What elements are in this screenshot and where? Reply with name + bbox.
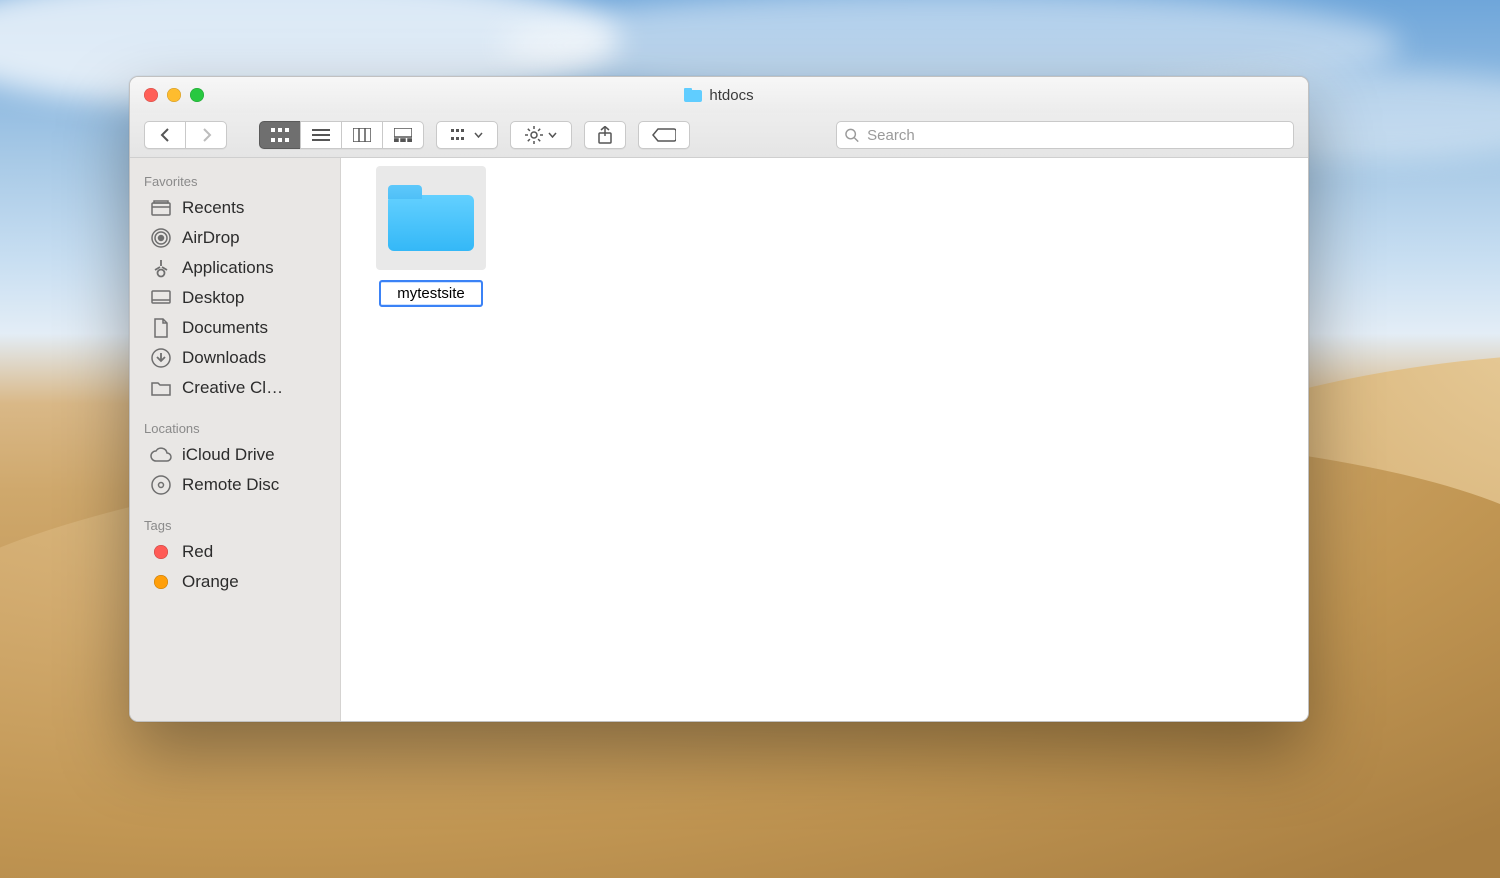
sidebar-section-title: Locations — [130, 415, 340, 440]
chevron-down-icon — [548, 132, 557, 138]
sidebar-item-label: Orange — [182, 572, 239, 592]
downloads-icon — [150, 348, 172, 368]
sidebar-item-label: AirDrop — [182, 228, 240, 248]
forward-button[interactable] — [185, 121, 227, 149]
gear-icon — [525, 126, 543, 144]
folder-icon — [150, 380, 172, 396]
sidebar-item-label: Remote Disc — [182, 475, 279, 495]
folder-name-input[interactable] — [381, 283, 481, 304]
search-input[interactable] — [865, 126, 1285, 145]
folder-icon — [684, 88, 702, 102]
sidebar-item-label: Creative Cl… — [182, 378, 283, 398]
airdrop-icon — [150, 228, 172, 248]
sidebar-item-desktop[interactable]: Desktop — [130, 283, 340, 313]
search-field[interactable] — [836, 121, 1294, 149]
close-button[interactable] — [144, 88, 158, 102]
applications-icon — [150, 258, 172, 278]
icon-view-button[interactable] — [259, 121, 300, 149]
cloud-icon — [150, 447, 172, 463]
disc-icon — [150, 475, 172, 495]
sidebar-item-icloud[interactable]: iCloud Drive — [130, 440, 340, 470]
finder-window: htdocs — [129, 76, 1309, 722]
tag-dot-icon — [150, 575, 172, 589]
gallery-view-button[interactable] — [382, 121, 424, 149]
sidebar-tag-red[interactable]: Red — [130, 537, 340, 567]
sidebar-item-label: Red — [182, 542, 213, 562]
minimize-button[interactable] — [167, 88, 181, 102]
share-button[interactable] — [584, 121, 626, 149]
search-icon — [845, 128, 859, 143]
list-view-button[interactable] — [300, 121, 341, 149]
sidebar-item-label: Documents — [182, 318, 268, 338]
sidebar-item-documents[interactable]: Documents — [130, 313, 340, 343]
recents-icon — [150, 200, 172, 216]
tag-dot-icon — [150, 545, 172, 559]
desktop-icon — [150, 290, 172, 306]
group-by-button[interactable] — [436, 121, 498, 149]
content-area[interactable] — [341, 158, 1308, 721]
sidebar-item-downloads[interactable]: Downloads — [130, 343, 340, 373]
folder-thumbnail[interactable] — [376, 166, 486, 270]
fullscreen-button[interactable] — [190, 88, 204, 102]
folder-name-editor[interactable] — [379, 280, 483, 307]
sidebar-item-label: Desktop — [182, 288, 244, 308]
sidebar-item-label: iCloud Drive — [182, 445, 275, 465]
edit-tags-button[interactable] — [638, 121, 690, 149]
action-menu-button[interactable] — [510, 121, 572, 149]
back-button[interactable] — [144, 121, 185, 149]
view-mode-segment — [259, 121, 424, 149]
desktop-background: htdocs — [0, 0, 1500, 878]
toolbar — [130, 113, 1308, 158]
sidebar-item-creative-cloud[interactable]: Creative Cl… — [130, 373, 340, 403]
sidebar-item-label: Applications — [182, 258, 274, 278]
sidebar-item-recents[interactable]: Recents — [130, 193, 340, 223]
sidebar-item-airdrop[interactable]: AirDrop — [130, 223, 340, 253]
sidebar-item-label: Recents — [182, 198, 244, 218]
folder-icon — [388, 185, 474, 251]
window-title: htdocs — [684, 87, 753, 104]
titlebar[interactable]: htdocs — [130, 77, 1308, 113]
chevron-down-icon — [474, 132, 483, 138]
sidebar-item-label: Downloads — [182, 348, 266, 368]
sidebar-section-title: Tags — [130, 512, 340, 537]
sidebar-item-remote-disc[interactable]: Remote Disc — [130, 470, 340, 500]
sidebar: Favorites Recents AirDrop Applications D… — [130, 158, 341, 721]
folder-item[interactable] — [376, 166, 486, 307]
window-controls — [144, 88, 204, 102]
column-view-button[interactable] — [341, 121, 382, 149]
documents-icon — [150, 318, 172, 338]
share-icon — [598, 126, 612, 144]
tag-icon — [652, 128, 676, 142]
sidebar-tag-orange[interactable]: Orange — [130, 567, 340, 597]
nav-back-forward — [144, 121, 227, 149]
sidebar-item-applications[interactable]: Applications — [130, 253, 340, 283]
window-title-text: htdocs — [709, 87, 753, 104]
sidebar-section-title: Favorites — [130, 168, 340, 193]
